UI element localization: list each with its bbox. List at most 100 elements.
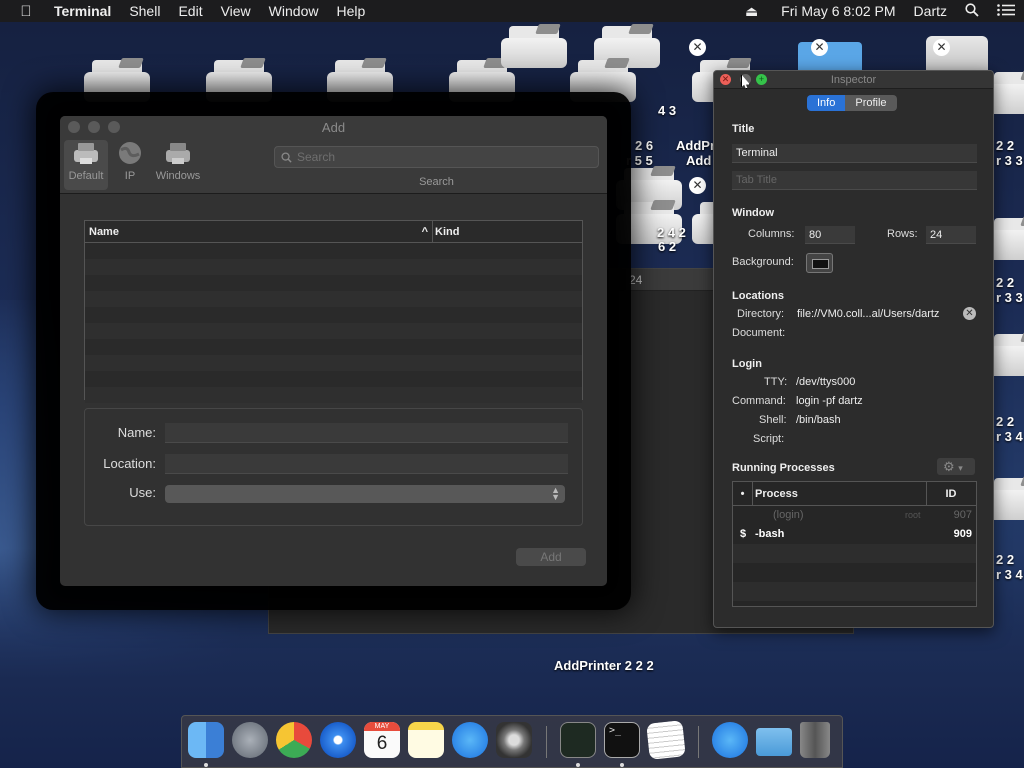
table-row[interactable] (733, 544, 976, 563)
desktop-label: Add (686, 153, 712, 168)
app-store-icon[interactable] (712, 722, 748, 758)
search-icon[interactable] (956, 2, 988, 20)
finder-icon[interactable] (188, 722, 224, 758)
close-icon[interactable]: ✕ (811, 39, 828, 56)
process-table-header: • Process ID (733, 482, 976, 506)
notes-icon[interactable] (408, 722, 444, 758)
table-row[interactable]: $ -bash 909 (733, 525, 976, 544)
menubar-clock[interactable]: Fri May 6 8:02 PM (767, 3, 904, 19)
desktop-label: r 3 4 (996, 429, 1023, 444)
close-icon[interactable]: ✕ (933, 39, 950, 56)
locations-section-heading: Locations (732, 290, 784, 302)
add-printer-window: Add Default IP Windows Search Search Nam… (60, 116, 607, 586)
list-item[interactable] (85, 323, 582, 339)
search-input[interactable]: Search (274, 146, 599, 168)
list-icon[interactable] (988, 3, 1024, 19)
column-process[interactable]: Process (753, 482, 927, 505)
tab-title-field[interactable]: Tab Title (732, 171, 977, 190)
desktop-printer-icon[interactable] (78, 52, 156, 110)
desktop-printer-icon[interactable] (321, 52, 399, 110)
location-field[interactable] (165, 454, 568, 474)
printer-list[interactable]: Name ^ Kind (84, 220, 583, 403)
process-table[interactable]: • Process ID (login) root 907 $ -bash 90… (732, 481, 977, 607)
background-label: Background: (732, 256, 794, 268)
toolbar-windows-label: Windows (155, 170, 201, 182)
close-button[interactable]: ✕ (720, 74, 731, 85)
list-item[interactable] (85, 355, 582, 371)
calendar-icon[interactable]: MAY 6 (364, 722, 400, 758)
columns-field[interactable]: 80 (805, 226, 855, 244)
add-button[interactable]: Add (516, 548, 586, 566)
running-indicator (204, 763, 208, 767)
column-id[interactable]: ID (927, 482, 975, 505)
table-row[interactable] (733, 563, 976, 582)
column-mark[interactable]: • (733, 482, 753, 505)
downloads-folder-icon[interactable] (756, 728, 792, 756)
terminal-window-size: 24 (629, 273, 643, 287)
chevron-up-icon: ^ (421, 226, 428, 238)
menu-help[interactable]: Help (327, 3, 374, 19)
safari-icon[interactable] (320, 722, 356, 758)
toolbar-ip[interactable]: IP (112, 140, 148, 182)
name-field[interactable] (165, 423, 568, 443)
chevron-down-icon: ▾ (958, 463, 963, 473)
menu-shell[interactable]: Shell (120, 3, 169, 19)
toolbar-default[interactable]: Default (64, 140, 108, 190)
apple-menu-icon[interactable]:  (0, 3, 52, 20)
terminal-icon[interactable]: >_ (604, 722, 640, 758)
menu-view[interactable]: View (212, 3, 260, 19)
printer-details-form: Name: Location: Use: ▲ ▼ (84, 408, 583, 526)
list-item[interactable] (85, 387, 582, 403)
toolbar-default-label: Default (68, 170, 104, 182)
table-row[interactable] (733, 582, 976, 601)
list-item[interactable] (85, 275, 582, 291)
menu-edit[interactable]: Edit (169, 3, 211, 19)
app-store-icon[interactable] (452, 722, 488, 758)
column-kind[interactable]: Kind (433, 221, 459, 242)
background-color-well[interactable] (806, 253, 833, 273)
process-name: (login) (773, 509, 804, 521)
desktop-printer-icon[interactable] (564, 52, 642, 110)
zoom-button[interactable]: + (756, 74, 767, 85)
menubar-user[interactable]: Dartz (905, 3, 956, 19)
directory-value: file://VM0.coll...al/Users/dartz (797, 308, 940, 320)
close-icon[interactable]: ✕ (689, 177, 706, 194)
process-mark: $ (739, 528, 747, 540)
textedit-icon[interactable] (646, 720, 686, 760)
menu-window[interactable]: Window (260, 3, 328, 19)
activity-monitor-icon[interactable] (560, 722, 596, 758)
list-item[interactable] (85, 307, 582, 323)
eject-icon[interactable]: ⏏ (736, 3, 767, 20)
column-name[interactable]: Name ^ (85, 221, 433, 242)
desktop-label: r 5 5 (626, 153, 653, 168)
use-popup[interactable]: ▲ ▼ (165, 485, 565, 503)
list-item[interactable] (85, 243, 582, 259)
tty-value: /dev/ttys000 (796, 376, 856, 388)
system-preferences-icon[interactable] (496, 722, 532, 758)
desktop-printer-icon[interactable] (495, 18, 573, 76)
trash-icon[interactable] (800, 722, 830, 758)
shell-value: /bin/bash (796, 414, 841, 426)
list-item[interactable] (85, 259, 582, 275)
list-item[interactable] (85, 291, 582, 307)
tty-label: TTY: (764, 376, 788, 388)
desktop-printer-icon[interactable] (610, 194, 688, 252)
gear-icon[interactable]: ⚙ ▾ (937, 458, 975, 475)
globe-icon (115, 140, 145, 166)
list-item[interactable] (85, 339, 582, 355)
clear-directory-icon[interactable]: ✕ (963, 307, 976, 320)
desktop-label[interactable]: AddPrinter 2 2 2 (554, 658, 654, 673)
menu-terminal[interactable]: Terminal (52, 3, 120, 19)
close-icon[interactable]: ✕ (689, 39, 706, 56)
tab-info[interactable]: Info (807, 95, 846, 111)
chrome-icon[interactable] (276, 722, 312, 758)
toolbar-windows[interactable]: Windows (150, 140, 206, 182)
desktop-printer-icon[interactable] (200, 52, 278, 110)
tab-profile[interactable]: Profile (845, 95, 897, 111)
dock-separator (546, 726, 547, 758)
title-field[interactable]: Terminal (732, 144, 977, 163)
rows-field[interactable]: 24 (926, 226, 976, 244)
list-item[interactable] (85, 371, 582, 387)
table-row[interactable]: (login) root 907 (733, 506, 976, 525)
launchpad-icon[interactable] (232, 722, 268, 758)
